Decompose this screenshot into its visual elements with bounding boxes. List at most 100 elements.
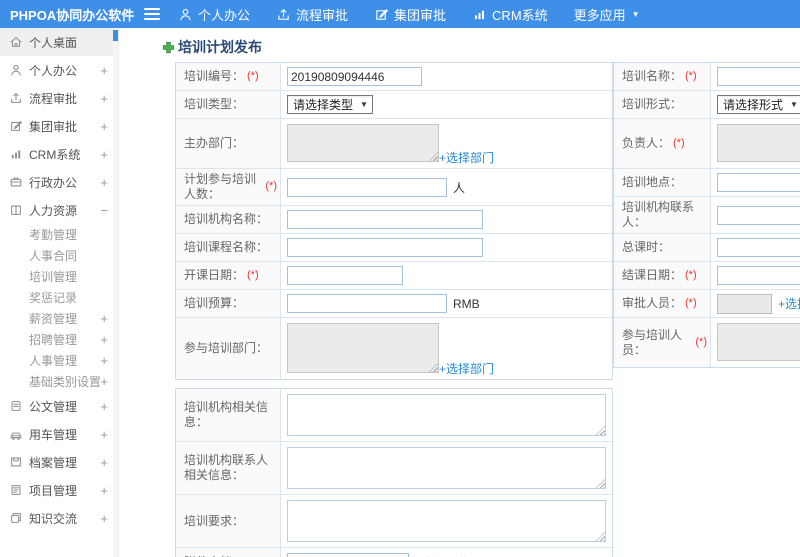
expand-plus-icon[interactable]: + [100, 511, 108, 526]
expand-plus-icon[interactable]: + [100, 455, 108, 470]
sidebar-item-knowledge-exchange[interactable]: 知识交流 + [0, 504, 118, 532]
planned-participants-input[interactable] [287, 177, 447, 197]
sidebar-item-attendance-mgmt[interactable]: 考勤管理 [0, 224, 118, 245]
topnav-item-more-apps[interactable]: 更多应用 ▼ [574, 5, 640, 24]
training-type-field-cell: 请选择类型 ▼ [281, 91, 612, 118]
form-row-training-form: 培训形式： 请选择形式 ▼ [614, 91, 800, 119]
form-row-org-info: 培训机构相关信息： [176, 389, 612, 442]
sidebar-item-crm-system[interactable]: CRM系统 + [0, 140, 118, 168]
main-content: 培训计划发布 培训编号：(*)培训类型：请选择类型▼主办部门：+选择部门计划参与… [120, 28, 800, 557]
expand-plus-icon[interactable]: + [100, 427, 108, 442]
training-no-input[interactable] [287, 67, 422, 86]
host-dept-textarea[interactable] [287, 124, 439, 162]
approvers-label: 审批人员： (*) [614, 290, 711, 317]
participating-dept-textarea[interactable] [287, 323, 439, 373]
form-row-approvers: 审批人员：(*) +选择审批人员 [614, 290, 800, 318]
menu-toggle-icon[interactable] [144, 8, 160, 20]
sidebar-item-human-resources[interactable]: 人力资源 − [0, 196, 118, 224]
expand-plus-icon[interactable]: + [100, 332, 108, 347]
expand-plus-icon[interactable]: + [100, 91, 108, 106]
sidebar-scrollbar-thumb[interactable] [113, 30, 118, 41]
participating-dept-picker-link[interactable]: +选择部门 [439, 360, 494, 377]
org-contact-info-textarea[interactable] [287, 447, 606, 489]
start-date-input[interactable] [287, 266, 403, 285]
form-row-leader: 负责人：(*)+选择负责人 [614, 119, 800, 169]
form-table-right: 培训名称：(*)培训形式：请选择形式▼负责人：(*)+选择负责人培训地点：培训机… [613, 62, 800, 368]
sidebar-item-personnel-mgmt[interactable]: 人事管理 + [0, 350, 118, 371]
org-info-textarea[interactable] [287, 394, 606, 436]
org-contact-info-label: 培训机构联系人相关信息： [176, 442, 281, 494]
leader-textarea[interactable] [717, 124, 800, 162]
expand-plus-icon[interactable]: + [100, 175, 108, 190]
sidebar-item-hr-contract[interactable]: 人事合同 [0, 245, 118, 266]
sidebar-item-recruit-mgmt[interactable]: 招聘管理 + [0, 329, 118, 350]
field-label-text: 培训课程名称： [184, 240, 269, 254]
total-hours-input[interactable] [717, 238, 800, 257]
field-label-text: 计划参与培训人数： [184, 172, 257, 201]
sidebar-item-project-mgmt[interactable]: 项目管理 + [0, 476, 118, 504]
sidebar-item-label: 考勤管理 [29, 228, 78, 242]
participants-textarea[interactable] [717, 323, 800, 361]
sidebar-item-archive-mgmt[interactable]: 档案管理 + [0, 448, 118, 476]
attachment-picker-link[interactable]: +附件上传 [415, 554, 470, 557]
add-plus-icon [162, 41, 175, 54]
sidebar-item-vehicle-mgmt[interactable]: 用车管理 + [0, 420, 118, 448]
workflow-icon [9, 91, 23, 105]
topnav-item-personal-office[interactable]: 个人办公 [178, 5, 250, 24]
expand-plus-icon[interactable]: + [100, 399, 108, 414]
sidebar-item-workflow-approval[interactable]: 流程审批 + [0, 84, 118, 112]
expand-plus-icon[interactable]: + [100, 483, 108, 498]
attachment-input[interactable] [287, 552, 409, 557]
expand-plus-icon[interactable]: + [100, 353, 108, 368]
topnav-item-workflow-approval[interactable]: 流程审批 [276, 5, 348, 24]
training-name-input[interactable] [717, 67, 800, 86]
expand-plus-icon[interactable]: + [100, 119, 108, 134]
sidebar-item-admin-office[interactable]: 行政办公 + [0, 168, 118, 196]
course-name-input[interactable] [287, 238, 483, 257]
org-contact-input[interactable] [717, 205, 800, 225]
sidebar-item-personal-office[interactable]: 个人办公 + [0, 56, 118, 84]
sidebar-item-label: 个人办公 [29, 63, 78, 78]
sidebar-item-document-mgmt[interactable]: 公文管理 + [0, 392, 118, 420]
user-icon [9, 63, 23, 77]
expand-plus-icon[interactable]: + [100, 63, 108, 78]
expand-plus-icon[interactable]: + [100, 374, 108, 389]
collapse-minus-icon[interactable]: − [100, 203, 108, 218]
sidebar-item-salary-mgmt[interactable]: 薪资管理 + [0, 308, 118, 329]
participants-field-cell: +选择参与人员 [711, 318, 800, 367]
budget-unit-label: RMB [453, 296, 480, 311]
org-name-input[interactable] [287, 210, 483, 229]
training-place-field-cell [711, 169, 800, 196]
sidebar-item-label: 集团审批 [29, 119, 78, 134]
budget-input[interactable] [287, 294, 447, 313]
required-mark: (*) [685, 268, 697, 281]
host-dept-picker-link[interactable]: +选择部门 [439, 149, 494, 166]
expand-plus-icon[interactable]: + [100, 147, 108, 162]
training-no-field-cell [281, 63, 612, 90]
training-requirements-textarea[interactable] [287, 500, 606, 542]
expand-plus-icon[interactable]: + [100, 311, 108, 326]
training-form-select[interactable]: 请选择形式 ▼ [717, 95, 800, 114]
planned-participants-field-cell: 人 [281, 169, 612, 205]
sidebar-item-group-approval[interactable]: 集团审批 + [0, 112, 118, 140]
topnav-item-group-approval[interactable]: 集团审批 [374, 5, 446, 24]
sidebar-item-reward-punish[interactable]: 奖惩记录 [0, 287, 118, 308]
form-row-total-hours: 总课时： [614, 234, 800, 262]
training-form-label: 培训形式： [614, 91, 711, 118]
end-date-input[interactable] [717, 266, 800, 285]
training-place-input[interactable] [717, 173, 800, 192]
field-label-text: 培训机构相关信息： [184, 400, 269, 429]
required-mark: (*) [695, 335, 707, 348]
sidebar-item-label: 薪资管理 [29, 312, 78, 326]
training-type-select[interactable]: 请选择类型 ▼ [287, 95, 373, 114]
topnav-item-crm-system[interactable]: CRM系统 [472, 5, 548, 24]
topnav-label: 流程审批 [296, 7, 349, 23]
sidebar-item-base-category[interactable]: 基础类别设置 + [0, 371, 118, 392]
approvers-picker-link[interactable]: +选择审批人员 [778, 295, 800, 312]
sidebar-item-label: 流程审批 [29, 91, 78, 106]
form-table-left: 培训编号：(*)培训类型：请选择类型▼主办部门：+选择部门计划参与培训人数：(*… [175, 62, 613, 380]
sidebar-item-personal-desktop[interactable]: 个人桌面 [0, 28, 118, 56]
field-label-text: 培训形式： [622, 97, 683, 111]
training-form-field-cell: 请选择形式 ▼ [711, 91, 800, 118]
sidebar-item-training-mgmt[interactable]: 培训管理 [0, 266, 118, 287]
